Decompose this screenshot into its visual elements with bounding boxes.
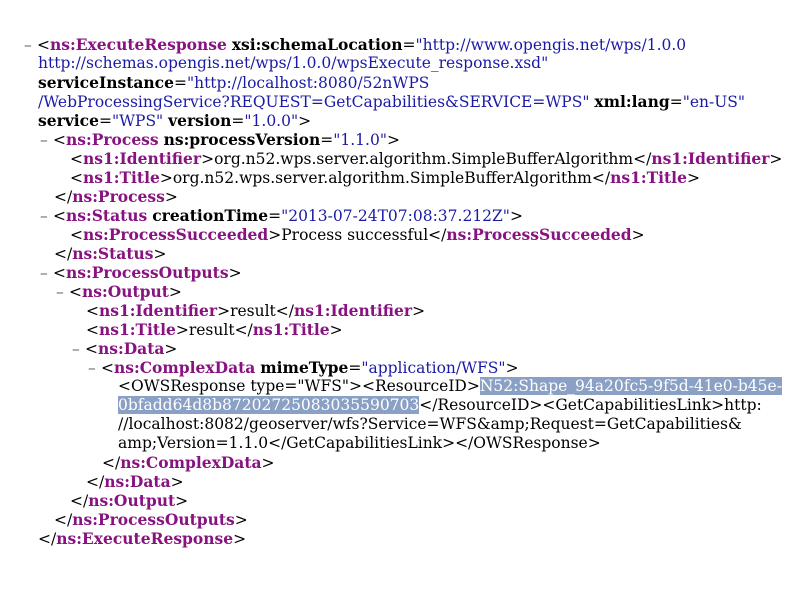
tag-name: ns1:Title	[83, 168, 160, 187]
complex-data-text-line-2: 0bfadd64d8b87202725083035590703</Resourc…	[118, 396, 762, 415]
tag-name: ns:Data	[98, 339, 165, 358]
text-content: result	[188, 321, 235, 339]
tag-name: ns1:Identifier	[651, 149, 770, 168]
xml-node-output-close: </ns:Output>	[70, 491, 189, 510]
xml-node-process-close: </ns:Process>	[54, 187, 178, 206]
collapse-toggle-process[interactable]: –	[40, 131, 53, 150]
attr-name: service	[38, 111, 99, 130]
xml-node-complex-data-open: – <ns:ComplexData mimeType="application/W…	[88, 358, 519, 377]
complex-data-text-line-1: <OWSResponse type="WFS"><ResourceID>N52:…	[118, 377, 782, 396]
attr-value: http://schemas.opengis.net/wps/1.0.0/wps…	[38, 54, 549, 72]
attr-value: /WebProcessingService?REQUEST=GetCapabil…	[38, 93, 590, 111]
text-content: //localhost:8082/geoserver/wfs?Service=W…	[118, 415, 742, 433]
tag-name: ns1:Identifier	[99, 301, 218, 320]
xml-node-status-close: </ns:Status>	[54, 244, 167, 263]
xml-node-output-identifier: <ns1:Identifier>result</ns1:Identifier>	[86, 301, 426, 320]
tag-name: ns:Process	[66, 130, 159, 149]
collapse-toggle-complex-data[interactable]: –	[88, 359, 101, 378]
attr-value: "WPS"	[111, 112, 164, 130]
attr-name: serviceInstance	[38, 73, 174, 92]
xml-attr-line: /WebProcessingService?REQUEST=GetCapabil…	[38, 92, 746, 111]
xml-node-data-open: – <ns:Data>	[72, 339, 178, 359]
tag-name: ns:ComplexData	[120, 453, 262, 472]
attr-value: "http://www.opengis.net/wps/1.0.0	[415, 36, 687, 54]
attr-name: xml:lang	[594, 92, 670, 111]
xml-node-output-title: <ns1:Title>result</ns1:Title>	[86, 320, 343, 339]
tag-name: ns1:Title	[99, 320, 176, 339]
xml-tree-viewer: – <ns:ExecuteResponse xsi:schemaLocation=…	[0, 0, 800, 600]
tag-name: ns:ExecuteResponse	[56, 529, 234, 548]
xml-node-complex-data-close: </ns:ComplexData>	[102, 453, 275, 472]
tag-name: ns:ProcessOutputs	[66, 263, 229, 282]
xml-node-process-outputs-open: – <ns:ProcessOutputs>	[40, 263, 242, 282]
xml-attr-line: serviceInstance="http://localhost:8080/5…	[38, 73, 430, 92]
xml-node-process-open: – <ns:Process ns:processVersion="1.1.0">	[40, 130, 400, 149]
tag-name: ns1:Identifier	[83, 149, 202, 168]
complex-data-text-line-3: //localhost:8082/geoserver/wfs?Service=W…	[118, 415, 742, 434]
attr-value: "1.1.0"	[333, 131, 387, 149]
xml-node-process-succeeded: <ns:ProcessSucceeded>Process successful<…	[70, 225, 645, 244]
tag-name: ns:ProcessOutputs	[72, 510, 235, 529]
text-content: amp;Version=1.1.0</GetCapabilitiesLink><…	[118, 434, 601, 452]
tag-name: ns:Process	[72, 187, 165, 206]
tag-name: ns:Data	[104, 472, 171, 491]
text-content: org.n52.wps.server.algorithm.SimpleBuffe…	[214, 150, 634, 168]
attr-name: mimeType	[260, 358, 349, 377]
xml-node-execute-response-close: </ns:ExecuteResponse>	[38, 529, 247, 548]
tag-name: ns:Output	[88, 491, 176, 510]
attr-value: "en-US"	[682, 93, 746, 111]
text-content: Process successful	[281, 226, 429, 244]
tag-name: ns1:Title	[252, 320, 330, 339]
tag-name: ns:Output	[82, 282, 169, 301]
attr-name: ns:processVersion	[163, 130, 321, 149]
text-content: result	[230, 302, 276, 320]
attr-name: xsi:schemaLocation	[231, 35, 403, 54]
xml-node-execute-response-open: – <ns:ExecuteResponse xsi:schemaLocation=…	[24, 35, 687, 55]
collapse-toggle-process-outputs[interactable]: –	[40, 264, 53, 283]
selected-text[interactable]: N52:Shape_94a20fc5-9f5d-41e0-b45e-	[479, 377, 782, 395]
attr-value: "1.0.0"	[244, 112, 299, 130]
text-content: <OWSResponse type="WFS"><ResourceID>	[118, 377, 480, 395]
complex-data-text-line-4: amp;Version=1.1.0</GetCapabilitiesLink><…	[118, 434, 601, 453]
collapse-toggle-execute-response[interactable]: –	[24, 36, 37, 55]
xml-node-process-outputs-close: </ns:ProcessOutputs>	[54, 510, 248, 529]
tag-name: ns1:Title	[610, 168, 687, 187]
attr-name: creationTime	[152, 206, 269, 225]
tag-name: ns:ProcessSucceeded	[83, 225, 269, 244]
text-content: </ResourceID><GetCapabilitiesLink>http:	[419, 396, 762, 414]
attr-value: "2013-07-24T07:08:37.212Z"	[281, 207, 510, 225]
tag-name: ns:ExecuteResponse	[50, 35, 227, 54]
tag-name: ns:Status	[72, 244, 154, 263]
tag-name: ns:ComplexData	[114, 358, 256, 377]
tag-name: ns1:Identifier	[294, 301, 413, 320]
collapse-toggle-output[interactable]: –	[56, 283, 69, 302]
attr-value: "application/WFS"	[361, 359, 506, 377]
xml-node-process-title: <ns1:Title>org.n52.wps.server.algorithm.…	[70, 168, 700, 187]
xml-attr-line: service="WPS" version="1.0.0">	[38, 111, 312, 130]
attr-value: "http://localhost:8080/52nWPS	[186, 74, 430, 92]
text-content: org.n52.wps.server.algorithm.SimpleBuffe…	[172, 169, 592, 187]
xml-node-data-close: </ns:Data>	[86, 472, 184, 491]
selected-text[interactable]: 0bfadd64d8b87202725083035590703	[118, 396, 420, 414]
tag-name: ns:Status	[66, 206, 148, 225]
attr-name: version	[168, 111, 232, 130]
collapse-toggle-data[interactable]: –	[72, 340, 85, 359]
xml-node-output-open: – <ns:Output>	[56, 282, 182, 301]
xml-node-process-identifier: <ns1:Identifier>org.n52.wps.server.algor…	[70, 149, 783, 168]
xml-attr-continuation: http://schemas.opengis.net/wps/1.0.0/wps…	[38, 54, 548, 73]
tag-name: ns:ProcessSucceeded	[446, 225, 632, 244]
collapse-toggle-status[interactable]: –	[40, 207, 53, 226]
xml-node-status-open: – <ns:Status creationTime="2013-07-24T07:…	[40, 206, 523, 225]
